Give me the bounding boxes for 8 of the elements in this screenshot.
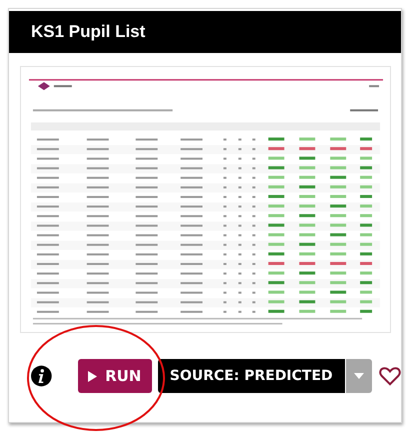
caret-icon (354, 373, 364, 379)
card-title: KS1 Pupil List (31, 22, 146, 42)
favorite-button[interactable] (379, 366, 401, 386)
source-button[interactable]: SOURCE: PREDICTED (158, 359, 345, 393)
run-button[interactable]: RUN (78, 359, 152, 393)
info-icon[interactable] (31, 365, 52, 387)
play-icon (88, 370, 98, 382)
heart-icon (379, 366, 401, 386)
